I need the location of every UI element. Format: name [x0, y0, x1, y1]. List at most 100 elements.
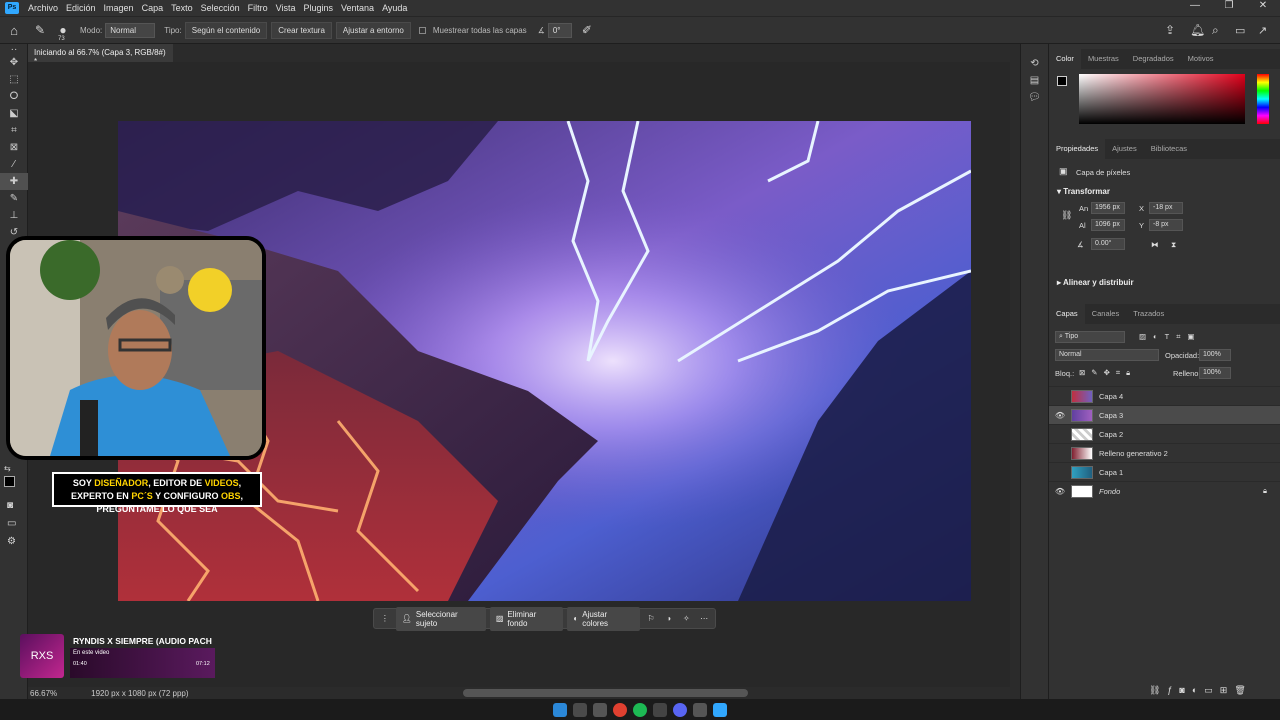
workspace-icon[interactable]: ▭ [1235, 24, 1245, 37]
menu-capa[interactable]: Capa [138, 3, 168, 13]
taskbar-grip-icon[interactable]: ⋮ [378, 614, 392, 623]
properties-panel-icon[interactable]: ▤ [1021, 75, 1048, 92]
layer-row[interactable]: Capa 2 [1049, 424, 1280, 443]
restore-icon[interactable]: ❐ [1212, 0, 1246, 11]
remove-background-button[interactable]: ▨ Eliminar fondo [489, 606, 564, 631]
crop-tool-icon[interactable]: ⌗ [0, 122, 28, 139]
layer-filter-icons[interactable]: ▨◐T⌗▣ [1139, 332, 1202, 342]
eyedropper-tool-icon[interactable]: ⁄ [0, 156, 28, 173]
photoshop-taskbar-icon[interactable] [713, 702, 727, 717]
swap-colors-icon[interactable]: ⇆ [4, 464, 11, 473]
file-explorer-icon[interactable] [573, 702, 587, 717]
layer-actions[interactable]: ⛓ƒ◙◐▭⊞🗑︎ [1149, 685, 1253, 696]
x-input[interactable]: -18 px [1149, 202, 1183, 214]
healing-brush-tool-icon[interactable]: ✚ [0, 173, 28, 190]
more-options-icon[interactable]: ⋯ [697, 614, 711, 623]
vertical-scrollbar[interactable] [1010, 62, 1020, 687]
quick-mask-icon[interactable]: ◙ [7, 500, 13, 511]
tab-swatches[interactable]: Muestras [1081, 49, 1126, 69]
adjust-colors-button[interactable]: ◐ Ajustar colores [567, 606, 641, 631]
layer-row[interactable]: Relleno generativo 2 [1049, 443, 1280, 462]
share-icon[interactable]: ⇪ [1165, 23, 1175, 37]
pressure-icon[interactable]: ✐ [582, 23, 592, 37]
angle-input[interactable]: 0° [547, 22, 572, 38]
color-foreground-swatch[interactable] [1057, 76, 1067, 86]
app-icon[interactable] [693, 702, 707, 717]
task-view-icon[interactable] [593, 702, 607, 717]
tab-layers[interactable]: Capas [1049, 304, 1085, 324]
layer-filter-select[interactable]: ⌕ Tipo [1055, 331, 1125, 343]
flip-vertical-icon[interactable]: ⧗ [1171, 240, 1176, 250]
brush-preset-icon[interactable]: ● 73 [52, 23, 74, 42]
content-aware-button[interactable]: Según el contenido [184, 21, 268, 39]
discord-icon[interactable] [673, 702, 687, 717]
proximity-match-button[interactable]: Ajustar a entorno [335, 21, 411, 39]
menu-filtro[interactable]: Filtro [244, 3, 272, 13]
angle-input-props[interactable]: 0.00° [1091, 238, 1125, 250]
bell-icon[interactable]: 🔔︎ [1190, 23, 1205, 37]
menu-vista[interactable]: Vista [272, 3, 300, 13]
opacity-input[interactable]: 100% [1199, 349, 1231, 361]
layer-row[interactable]: 👁︎ Capa 3 [1049, 405, 1280, 424]
horizontal-scroll-thumb[interactable] [463, 689, 748, 697]
comments-panel-icon[interactable]: 💬︎ [1021, 92, 1048, 109]
y-input[interactable]: -8 px [1149, 219, 1183, 231]
menu-seleccion[interactable]: Selección [197, 3, 244, 13]
eye-icon[interactable]: 👁︎ [1049, 411, 1071, 420]
menu-archivo[interactable]: Archivo [24, 3, 62, 13]
foreground-color-swatch[interactable] [4, 476, 15, 487]
spotify-icon[interactable] [633, 702, 647, 717]
width-input[interactable]: 1956 px [1091, 202, 1125, 214]
marquee-tool-icon[interactable]: ⬚ [0, 71, 28, 88]
brush-tool-icon[interactable]: ✎ [0, 190, 28, 207]
close-icon[interactable]: ✕ [1246, 0, 1280, 11]
document-tab[interactable]: Iniciando al 66.7% (Capa 3, RGB/8#) * [28, 44, 173, 66]
tab-color[interactable]: Color [1049, 49, 1081, 69]
frame-tool-icon[interactable]: ⊠ [0, 139, 28, 156]
tab-patterns[interactable]: Motivos [1181, 49, 1221, 69]
tab-gradients[interactable]: Degradados [1126, 49, 1181, 69]
select-subject-button[interactable]: 👤︎ Seleccionar sujeto [395, 606, 486, 631]
transform-section-title[interactable]: ▾ Transformar [1057, 187, 1110, 196]
color-field[interactable] [1079, 74, 1245, 124]
mode-select[interactable]: Normal [105, 22, 156, 38]
screen-mode-icon[interactable]: ▭ [7, 518, 16, 529]
tab-paths[interactable]: Trazados [1126, 304, 1171, 324]
tab-libraries[interactable]: Bibliotecas [1144, 139, 1194, 159]
obs-icon[interactable] [653, 702, 667, 717]
healing-brush-icon[interactable]: ✎ [28, 23, 52, 37]
share-arrow-icon[interactable]: ↗ [1258, 24, 1267, 37]
mask-icon[interactable]: ◑ [662, 614, 676, 623]
hue-slider[interactable] [1257, 74, 1269, 124]
windows-start-icon[interactable] [553, 702, 567, 717]
eye-icon[interactable]: 👁︎ [1049, 487, 1071, 496]
search-icon[interactable]: ⌕ [1212, 23, 1219, 38]
menu-plugins[interactable]: Plugins [300, 3, 338, 13]
menu-ayuda[interactable]: Ayuda [378, 3, 411, 13]
layer-row[interactable]: Capa 1 [1049, 462, 1280, 481]
flip-horizontal-icon[interactable]: ⧓ [1151, 240, 1159, 249]
height-input[interactable]: 1096 px [1091, 219, 1125, 231]
chrome-icon[interactable] [613, 702, 627, 717]
lasso-tool-icon[interactable]: ⵔ [0, 88, 28, 105]
layer-row[interactable]: Capa 4 [1049, 386, 1280, 405]
sample-all-checkbox[interactable] [418, 26, 426, 34]
lock-icons[interactable]: ⊠✎✥⌗🔒︎ [1079, 368, 1136, 378]
generate-icon[interactable]: ✧ [680, 614, 694, 623]
menu-texto[interactable]: Texto [167, 3, 197, 13]
menu-edicion[interactable]: Edición [62, 3, 100, 13]
link-icon[interactable]: ⛓ [1061, 210, 1072, 221]
menu-imagen[interactable]: Imagen [100, 3, 138, 13]
minimize-icon[interactable]: — [1178, 0, 1212, 11]
tab-channels[interactable]: Canales [1085, 304, 1127, 324]
tab-adjustments[interactable]: Ajustes [1105, 139, 1144, 159]
layer-row[interactable]: 👁︎ Fondo 🔒︎ [1049, 481, 1280, 500]
stamp-tool-icon[interactable]: ⊥ [0, 207, 28, 224]
move-tool-icon[interactable]: ✥ [0, 54, 28, 71]
menu-ventana[interactable]: Ventana [337, 3, 378, 13]
zoom-level[interactable]: 66.67% [30, 689, 57, 698]
align-section-title[interactable]: ▸ Alinear y distribuir [1057, 278, 1134, 287]
fill-input[interactable]: 100% [1199, 367, 1231, 379]
edit-toolbar-icon[interactable]: ⚙ [7, 536, 16, 547]
object-select-tool-icon[interactable]: ⬕ [0, 105, 28, 122]
